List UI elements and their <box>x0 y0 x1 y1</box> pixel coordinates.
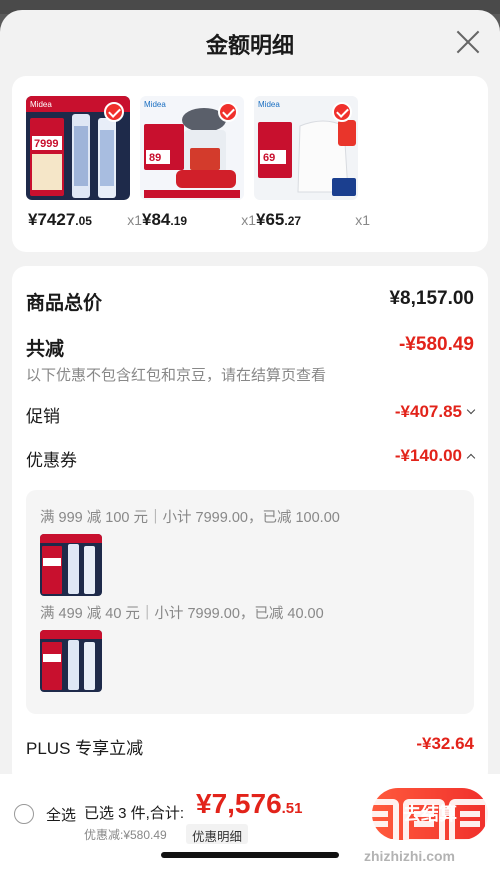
sheet-header: 金额明细 <box>0 10 500 74</box>
svg-text:Midea: Midea <box>144 100 166 109</box>
product-thumbnail: Midea 89 <box>140 96 244 200</box>
coupon-label: 优惠券 <box>26 451 77 470</box>
product-price: ¥7427.05 <box>28 210 92 229</box>
selected-check-icon <box>104 102 124 122</box>
products-card: Midea 7999 ¥7427.05 x1 Midea 89 ¥84.19 x… <box>12 76 488 252</box>
watermark-logo <box>357 799 491 845</box>
selected-count: 已选 3 件,合计: <box>84 805 185 822</box>
product-item[interactable]: Midea 7999 ¥7427.05 x1 <box>26 96 142 230</box>
plus-discount-row: PLUS 专享立减 -¥32.64 <box>26 734 474 758</box>
home-indicator <box>161 852 339 858</box>
discount-detail-button[interactable]: 优惠明细 <box>186 824 249 844</box>
goods-total-value: ¥8,157.00 <box>389 288 474 309</box>
promo-value: -¥407.85 <box>394 402 462 421</box>
close-icon[interactable] <box>454 28 482 56</box>
product-item[interactable]: Midea 89 ¥84.19 x1 <box>140 96 256 230</box>
product-thumbnail: Midea 69 <box>254 96 358 200</box>
product-price: ¥84.19 <box>142 210 188 229</box>
coupon-product-thumbnail <box>40 534 102 596</box>
chevron-down-icon[interactable] <box>466 405 476 415</box>
reduction-note: 以下优惠不包含红包和京豆，请在结算页查看 <box>26 367 327 384</box>
total-amount: ¥7,576.51 <box>196 788 303 819</box>
plus-discount-value: -¥32.64 <box>416 734 474 753</box>
product-image-ac <box>40 630 102 692</box>
total-reduction-value: -¥580.49 <box>398 334 474 355</box>
sheet-title: 金额明细 <box>205 33 294 58</box>
amount-detail-sheet: 金额明细 Midea 7999 ¥7427.05 x1 Midea 89 ¥84… <box>0 10 500 878</box>
product-image-ac <box>40 534 102 596</box>
selected-check-icon <box>332 102 352 122</box>
coupon-detail-box: 满 999 减 100 元｜小计 7999.00，已减 100.00 满 499… <box>26 490 474 714</box>
promo-row[interactable]: 促销 -¥407.85 <box>26 402 476 426</box>
coupon-line: 满 499 减 40 元｜小计 7999.00，已减 40.00 <box>40 606 324 622</box>
select-all-label[interactable]: 全选 <box>46 804 76 825</box>
coupon-product-thumbnail <box>40 630 102 692</box>
watermark: zhizhizhi.com <box>354 792 494 878</box>
product-price: ¥65.27 <box>256 210 302 229</box>
coupon-line: 满 999 减 100 元｜小计 7999.00，已减 100.00 <box>40 510 340 526</box>
discount-amount: 优惠减:¥580.49 <box>84 828 167 842</box>
thumb-brand: Midea <box>30 100 52 109</box>
svg-text:7999: 7999 <box>34 138 58 150</box>
coupon-row[interactable]: 优惠券 -¥140.00 <box>26 446 476 470</box>
total-reduction-label: 共减 <box>26 339 65 360</box>
total-reduction-row: 共减 -¥580.49 <box>26 334 474 360</box>
goods-total-row: 商品总价 ¥8,157.00 <box>26 288 474 314</box>
plus-discount-label: PLUS 专享立减 <box>26 739 144 758</box>
select-all-radio[interactable] <box>14 804 34 824</box>
chevron-up-icon[interactable] <box>466 453 476 463</box>
goods-total-label: 商品总价 <box>26 293 103 314</box>
promo-label: 促销 <box>26 407 60 426</box>
selected-check-icon <box>218 102 238 122</box>
watermark-text: zhizhizhi.com <box>364 848 455 864</box>
svg-text:89: 89 <box>149 152 161 164</box>
product-item[interactable]: Midea 69 ¥65.27 x1 <box>254 96 370 230</box>
amount-breakdown-card: 商品总价 ¥8,157.00 共减 -¥580.49 以下优惠不包含红包和京豆，… <box>12 266 488 786</box>
svg-text:Midea: Midea <box>258 100 280 109</box>
product-thumbnail: Midea 7999 <box>26 96 130 200</box>
svg-text:69: 69 <box>263 152 275 164</box>
coupon-value: -¥140.00 <box>394 446 462 465</box>
product-qty: x1 <box>355 212 370 228</box>
